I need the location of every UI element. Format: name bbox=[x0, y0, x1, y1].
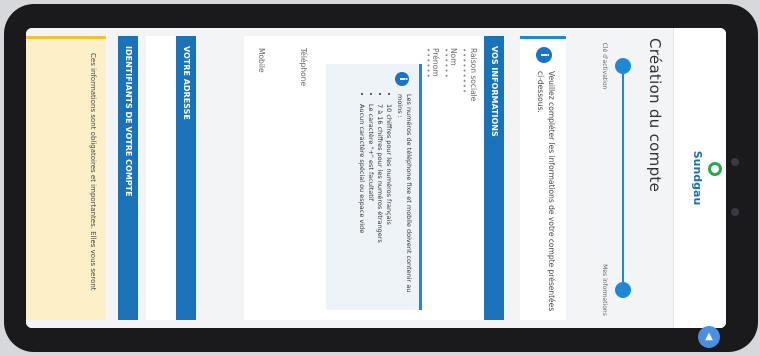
logo-text: Sundgau bbox=[691, 150, 704, 206]
phone-screen: Sundgau Création du compte Clé d'activat… bbox=[26, 28, 726, 328]
step-dot-activation[interactable] bbox=[615, 58, 631, 74]
sensor-icon bbox=[731, 208, 739, 216]
field-label-mobile: Mobile bbox=[257, 48, 266, 73]
field-value-raison-sociale: ••••••••• bbox=[460, 48, 468, 95]
camera-icon bbox=[731, 158, 739, 166]
app-content: Sundgau Création du compte Clé d'activat… bbox=[26, 28, 726, 328]
page-title: Création du compte bbox=[646, 38, 664, 193]
field-label-telephone: Téléphone bbox=[299, 48, 308, 87]
step-label-informations: Mes informations bbox=[601, 264, 608, 316]
step-dot-informations[interactable] bbox=[615, 282, 631, 298]
list-item: Aucun caractère spécial ou espace vide bbox=[357, 104, 366, 304]
field-value-prenom: •••••• bbox=[424, 48, 432, 79]
progress-stepper: Clé d'activation Mes informations bbox=[570, 28, 634, 328]
section-header-identifiants: IDENTIFIANTS DE VOTRE COMPTE bbox=[118, 36, 138, 320]
note-text: Ces informations sont obligatoires et im… bbox=[89, 53, 97, 291]
phone-frame: Sundgau Création du compte Clé d'activat… bbox=[4, 4, 758, 352]
scroll-up-button[interactable]: ▲ bbox=[698, 326, 720, 348]
app-header: Sundgau bbox=[673, 28, 726, 328]
logo-icon bbox=[708, 162, 722, 176]
vos-informations-panel: Raison sociale ••••••••• Nom •••••• Prén… bbox=[422, 36, 484, 320]
info-icon: i bbox=[395, 72, 409, 86]
field-label-prenom: Prénom bbox=[431, 48, 440, 77]
telephone-rules-list: 10 chiffres pour les numéros français 7 … bbox=[357, 94, 393, 304]
section-header-votre-adresse: VOTRE ADRESSE bbox=[176, 36, 196, 320]
list-item: Le caractère "+" est facultatif bbox=[366, 104, 375, 304]
field-value-nom: •••••• bbox=[442, 48, 450, 79]
field-label-nom: Nom bbox=[449, 48, 458, 66]
info-text: Veuillez compléter les informations de v… bbox=[536, 71, 556, 312]
info-message: i Veuillez compléter les informations de… bbox=[520, 36, 566, 320]
step-label-activation: Clé d'activation bbox=[601, 42, 608, 90]
required-info-note: Ces informations sont obligatoires et im… bbox=[26, 36, 106, 320]
telephone-info-box: i Les numéros de téléphone fixe et mobil… bbox=[326, 64, 422, 310]
section-header-vos-informations: VOS INFORMATIONS bbox=[484, 36, 504, 320]
votre-adresse-panel bbox=[146, 36, 176, 320]
list-item: 10 chiffres pour les numéros français bbox=[384, 104, 393, 304]
telephone-rules-intro: Les numéros de téléphone fixe et mobile … bbox=[396, 94, 413, 293]
telephone-rules-text: Les numéros de téléphone fixe et mobile … bbox=[357, 94, 413, 304]
stepper-line bbox=[622, 66, 624, 290]
list-item: 7 à 16 chiffres pour les numéros étrange… bbox=[375, 104, 384, 304]
field-label-raison-sociale: Raison sociale bbox=[469, 48, 478, 102]
info-icon: i bbox=[536, 47, 552, 63]
